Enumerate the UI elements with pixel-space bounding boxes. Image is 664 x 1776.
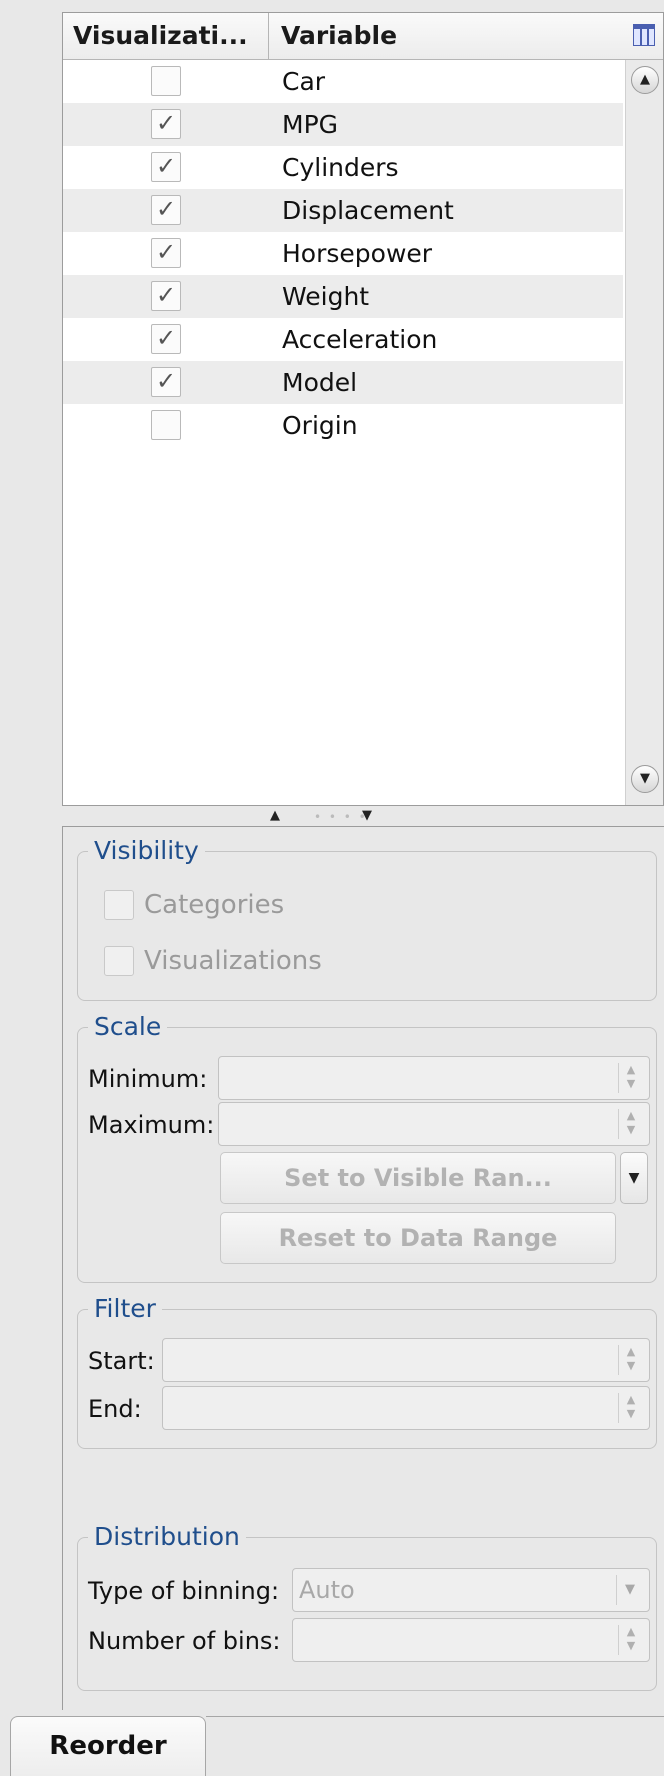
- variable-name: Displacement: [282, 196, 454, 225]
- column-header-variable[interactable]: Variable: [269, 13, 621, 59]
- spinner-arrows-icon[interactable]: ▲ ▼: [618, 1063, 643, 1093]
- minimum-label: Minimum:: [88, 1065, 208, 1093]
- properties-panel: Visibility Categories Visualizations Sca…: [62, 826, 664, 1710]
- set-visible-range-button[interactable]: Set to Visible Ran...: [220, 1152, 616, 1204]
- variable-name: Model: [282, 368, 358, 397]
- start-label: Start:: [88, 1347, 155, 1375]
- start-spinner[interactable]: ▲ ▼: [162, 1338, 650, 1382]
- variable-name: Origin: [282, 411, 358, 440]
- table-row[interactable]: ✓ Displacement: [63, 189, 623, 232]
- table-row[interactable]: ✓ Cylinders: [63, 146, 623, 189]
- variable-table: Visualizati... Variable Car ✓ MPG ✓ Cylinder…: [62, 12, 664, 806]
- table-row[interactable]: ✓ Weight: [63, 275, 623, 318]
- visualization-checkbox[interactable]: ✓: [151, 367, 181, 397]
- filter-group: Filter Start: ▲ ▼ End: ▲ ▼: [77, 1292, 657, 1449]
- distribution-group: Distribution Type of binning: Auto ▼ Num…: [77, 1520, 657, 1691]
- reset-data-range-button[interactable]: Reset to Data Range: [220, 1212, 616, 1264]
- table-row[interactable]: ✓ Model: [63, 361, 623, 404]
- visualization-checkbox[interactable]: ✓: [151, 281, 181, 311]
- scale-group: Scale Minimum: ▲ ▼ Maximum: ▲ ▼ Set to Vis…: [77, 1010, 657, 1283]
- minimum-spinner[interactable]: ▲ ▼: [218, 1056, 650, 1100]
- spinner-arrows-icon[interactable]: ▲ ▼: [618, 1393, 643, 1423]
- number-of-bins-spinner[interactable]: ▲ ▼: [292, 1618, 650, 1662]
- maximum-spinner[interactable]: ▲ ▼: [218, 1102, 650, 1146]
- table-row[interactable]: Car: [63, 60, 623, 103]
- variable-name: MPG: [282, 110, 339, 139]
- visualization-checkbox[interactable]: ✓: [151, 324, 181, 354]
- scroll-down-icon[interactable]: ▼: [631, 765, 659, 793]
- column-header-visualization[interactable]: Visualizati...: [63, 13, 269, 59]
- visibility-group: Visibility Categories Visualizations: [77, 834, 657, 1001]
- split-pane-divider[interactable]: ▲ • • • • ▼: [62, 806, 664, 826]
- visualizations-label: Visualizations: [144, 946, 322, 976]
- variable-name: Weight: [282, 282, 370, 311]
- categories-checkbox[interactable]: [104, 890, 134, 920]
- binning-type-value: Auto: [299, 1576, 355, 1604]
- scale-title: Scale: [88, 1010, 168, 1044]
- visualization-checkbox[interactable]: [151, 66, 181, 96]
- visualization-checkbox[interactable]: ✓: [151, 195, 181, 225]
- binning-type-select[interactable]: Auto ▼: [292, 1568, 650, 1612]
- chevron-down-icon[interactable]: ▼: [620, 1152, 648, 1204]
- table-row[interactable]: ✓ MPG: [63, 103, 623, 146]
- spinner-arrows-icon[interactable]: ▲ ▼: [618, 1345, 643, 1375]
- maximum-label: Maximum:: [88, 1111, 215, 1139]
- categories-label: Categories: [144, 890, 285, 920]
- chevron-down-icon[interactable]: ▼: [616, 1575, 643, 1605]
- visualization-checkbox[interactable]: ✓: [151, 109, 181, 139]
- visualization-checkbox[interactable]: ✓: [151, 152, 181, 182]
- column-chooser-icon[interactable]: [633, 24, 655, 46]
- table-rows: Car ✓ MPG ✓ Cylinders ✓ Displacement ✓ Horsepowe…: [63, 60, 623, 447]
- number-of-bins-label: Number of bins:: [88, 1627, 281, 1655]
- end-spinner[interactable]: ▲ ▼: [162, 1386, 650, 1430]
- visualization-checkbox[interactable]: [151, 410, 181, 440]
- binning-type-label: Type of binning:: [88, 1577, 280, 1605]
- table-row[interactable]: ✓ Horsepower: [63, 232, 623, 275]
- expand-down-icon[interactable]: ▼: [362, 808, 372, 823]
- variable-name: Horsepower: [282, 239, 433, 268]
- variable-name: Car: [282, 67, 326, 96]
- spinner-arrows-icon[interactable]: ▲ ▼: [618, 1625, 643, 1655]
- tab-bar-divider: [206, 1716, 664, 1717]
- table-row[interactable]: ✓ Acceleration: [63, 318, 623, 361]
- distribution-title: Distribution: [88, 1520, 246, 1554]
- table-row[interactable]: Origin: [63, 404, 623, 447]
- scroll-up-icon[interactable]: ▲: [631, 66, 659, 94]
- expand-up-icon[interactable]: ▲: [270, 808, 280, 823]
- variable-name: Cylinders: [282, 153, 399, 182]
- visibility-title: Visibility: [88, 834, 205, 868]
- table-header: Visualizati... Variable: [63, 13, 663, 60]
- tab-reorder[interactable]: Reorder: [10, 1716, 206, 1776]
- visualizations-checkbox[interactable]: [104, 946, 134, 976]
- vertical-scrollbar[interactable]: ▲ ▼: [625, 60, 663, 805]
- spinner-arrows-icon[interactable]: ▲ ▼: [618, 1109, 643, 1139]
- grip-dots-icon: • • • •: [314, 810, 368, 824]
- variable-name: Acceleration: [282, 325, 438, 354]
- end-label: End:: [88, 1395, 142, 1423]
- visualization-checkbox[interactable]: ✓: [151, 238, 181, 268]
- filter-title: Filter: [88, 1292, 162, 1326]
